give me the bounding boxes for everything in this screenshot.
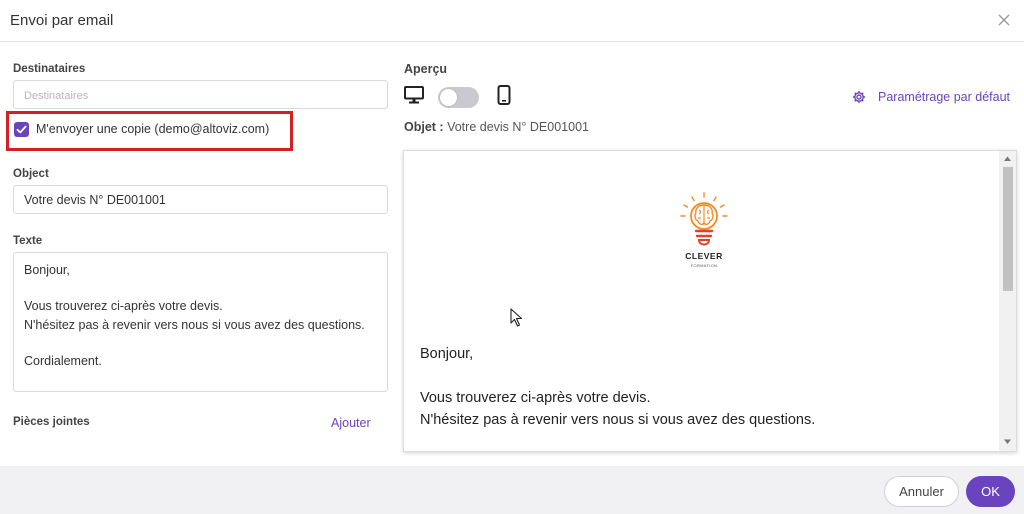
preview-scrollbar[interactable] (999, 151, 1016, 451)
subject-label: Object (13, 168, 49, 180)
send-copy-checkbox[interactable] (14, 122, 29, 137)
preview-line-2: Vous trouverez ci-après votre devis. (420, 390, 651, 406)
scroll-up-icon[interactable] (1003, 155, 1012, 163)
gear-icon (852, 90, 866, 109)
recipients-input[interactable] (13, 80, 388, 109)
subject-input[interactable] (13, 185, 388, 214)
cursor-icon (510, 308, 524, 333)
cancel-button[interactable]: Annuler (884, 476, 959, 507)
preview-greeting: Bonjour, (420, 346, 474, 362)
scroll-down-icon[interactable] (1003, 438, 1012, 446)
preview-subject-prefix: Objet : (404, 120, 444, 134)
desktop-icon[interactable] (404, 86, 424, 109)
toggle-knob (439, 88, 458, 107)
default-settings-label: Paramétrage par défaut (878, 90, 1011, 104)
preview-label: Aperçu (404, 62, 448, 76)
dialog-header: Envoi par email (0, 0, 1024, 42)
logo-name: CLEVER (685, 251, 723, 261)
dialog-title: Envoi par email (10, 12, 114, 29)
body-label: Texte (13, 235, 43, 247)
dialog-footer (0, 466, 1024, 514)
attachments-label: Pièces jointes (13, 416, 90, 428)
close-icon[interactable] (994, 10, 1014, 30)
logo-sub: FORMATION (690, 263, 718, 268)
lightbulb-brain-icon (680, 192, 728, 246)
preview-line-3: N'hésitez pas à revenir vers nous si vou… (420, 412, 816, 428)
scrollbar-thumb[interactable] (1003, 167, 1013, 291)
send-copy-label: M'envoyer une copie (demo@altoviz.com) (36, 122, 270, 136)
preview-subject-text: Votre devis N° DE001001 (447, 120, 589, 134)
send-copy-option[interactable]: M'envoyer une copie (demo@altoviz.com) (6, 111, 293, 151)
email-preview[interactable]: CLEVER FORMATION Bonjour, Vous trouverez… (403, 150, 1017, 452)
body-textarea[interactable]: Bonjour, Vous trouverez ci-après votre d… (13, 252, 388, 392)
add-attachment-link[interactable]: Ajouter (331, 416, 371, 430)
preview-subject: Objet : Votre devis N° DE001001 (404, 120, 589, 134)
check-icon (16, 125, 27, 134)
recipients-label: Destinataires (13, 63, 86, 75)
ok-button[interactable]: OK (966, 476, 1015, 507)
device-toggle[interactable] (438, 87, 479, 108)
mobile-icon[interactable] (497, 85, 511, 110)
clever-logo: CLEVER FORMATION (674, 191, 734, 271)
preview-body: Bonjour, Vous trouverez ci-après votre d… (420, 343, 815, 431)
